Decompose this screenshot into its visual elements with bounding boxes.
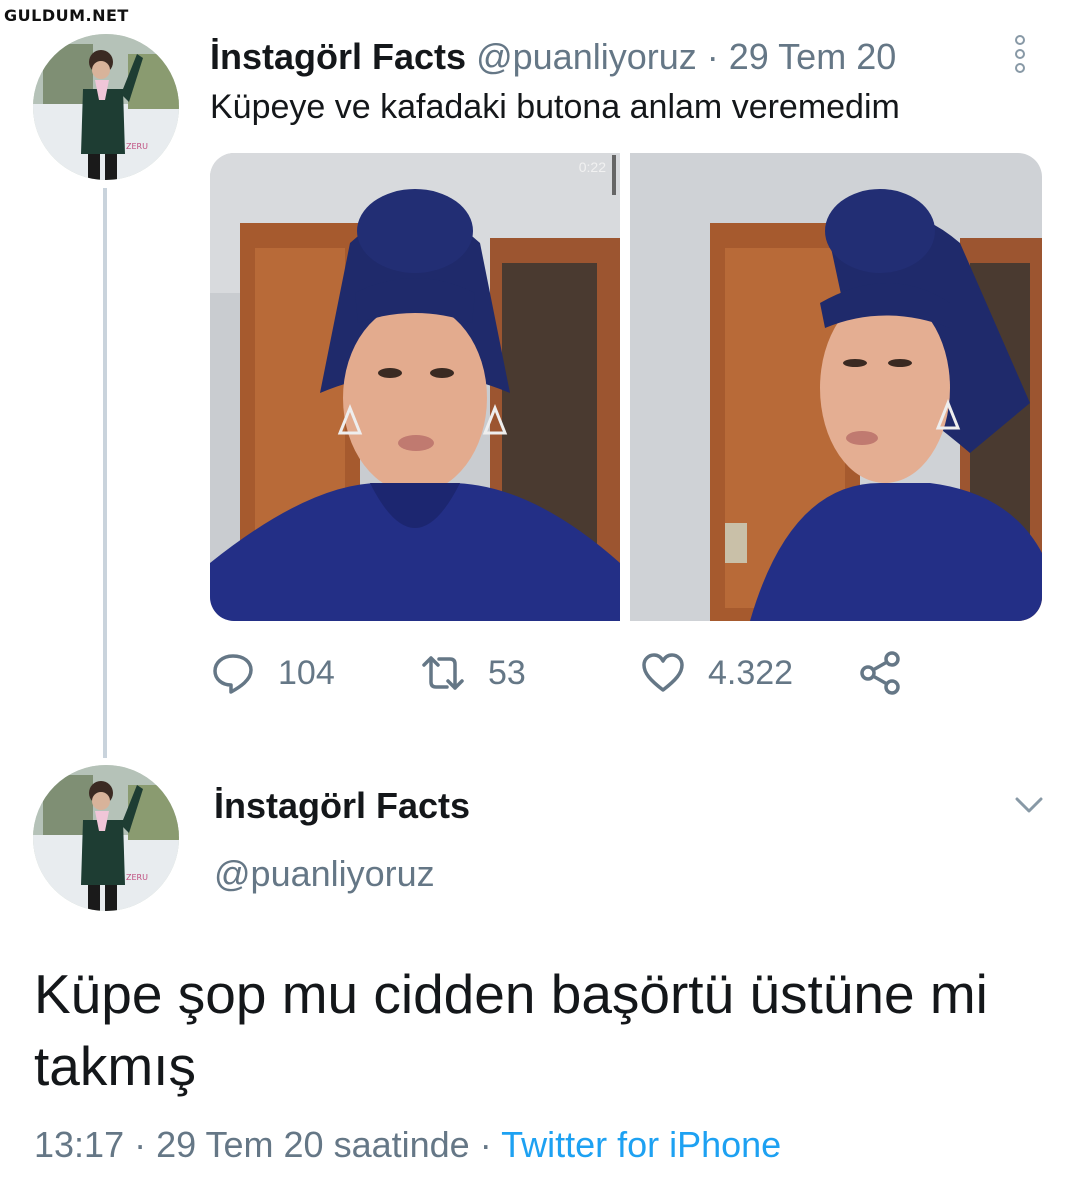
display-name[interactable]: İnstagörl Facts <box>214 785 470 827</box>
reply-button[interactable]: 104 <box>210 650 335 696</box>
avatar[interactable]: ZERU <box>33 34 179 180</box>
share-button[interactable] <box>858 650 926 696</box>
avatar[interactable]: ZERU <box>33 765 179 911</box>
user-handle[interactable]: @puanliyoruz <box>476 36 697 77</box>
video-duration: 0:22 <box>578 159 606 175</box>
tweet-actions: 104 53 4.322 <box>210 650 930 710</box>
retweet-icon <box>422 656 464 690</box>
retweet-count: 53 <box>488 653 526 692</box>
more-options-icon[interactable] <box>1009 34 1031 74</box>
tweet-date[interactable]: 29 Tem 20 <box>729 36 896 77</box>
heart-icon <box>642 653 684 692</box>
chevron-down-icon[interactable] <box>1012 790 1046 820</box>
like-button[interactable]: 4.322 <box>640 650 793 696</box>
retweet-button[interactable]: 53 <box>420 650 526 696</box>
thread-connector-line <box>103 188 107 758</box>
tweet-video[interactable]: 0:22 <box>210 153 620 621</box>
tweet-image[interactable] <box>630 153 1042 621</box>
tweet-source-link[interactable]: Twitter for iPhone <box>501 1124 781 1165</box>
share-icon <box>860 651 900 695</box>
tweet-meta: 13:17 · 29 Tem 20 saatinde · Twitter for… <box>34 1124 781 1166</box>
separator-dot: · <box>134 1124 147 1165</box>
tweet-time[interactable]: 13:17 <box>34 1124 124 1165</box>
tweet-date[interactable]: 29 Tem 20 saatinde <box>156 1124 470 1165</box>
reply-icon <box>213 654 253 694</box>
like-count: 4.322 <box>708 653 794 692</box>
video-progress-marker[interactable] <box>612 155 616 195</box>
watermark-logo: GULDUM.NET <box>4 6 129 25</box>
reply-count: 104 <box>278 653 335 692</box>
tweet-text: Küpeye ve kafadaki butona anlam veremedi… <box>210 88 900 126</box>
separator-dot: · <box>706 36 719 77</box>
user-handle[interactable]: @puanliyoruz <box>214 853 435 895</box>
svg-text:ZERU: ZERU <box>126 142 148 151</box>
tweet-text: Küpe şop mu cidden başörtü üstüne mi tak… <box>34 963 988 1097</box>
display-name[interactable]: İnstagörl Facts <box>210 36 466 77</box>
svg-text:ZERU: ZERU <box>126 873 148 882</box>
separator-dot: · <box>479 1124 492 1165</box>
tweet-header: İnstagörl Facts @puanliyoruz · 29 Tem 20 <box>210 36 896 78</box>
